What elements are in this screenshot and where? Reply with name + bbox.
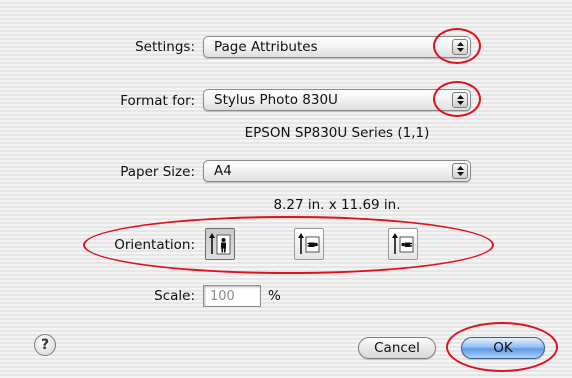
ok-button[interactable]: OK [461, 337, 545, 359]
portrait-orientation-icon [209, 233, 231, 255]
portrait-orientation-button[interactable] [205, 228, 235, 260]
format-for-popup[interactable]: Stylus Photo 830U [203, 89, 471, 111]
settings-label: Settings: [135, 39, 195, 55]
landscape-orientation-button[interactable] [294, 228, 324, 260]
popup-arrows-icon [452, 39, 468, 55]
settings-popup-value: Page Attributes [214, 39, 318, 55]
scale-label: Scale: [154, 288, 195, 304]
printer-description: EPSON SP830U Series (1,1) [244, 125, 430, 141]
paper-size-popup[interactable]: A4 [203, 160, 471, 182]
help-button[interactable]: ? [34, 334, 56, 356]
help-icon: ? [40, 337, 50, 353]
reverse-landscape-orientation-button[interactable] [388, 228, 418, 260]
settings-popup[interactable]: Page Attributes [203, 36, 471, 58]
cancel-button[interactable]: Cancel [358, 337, 436, 359]
popup-arrows-icon [452, 163, 468, 179]
scale-input[interactable] [203, 285, 261, 307]
format-for-popup-value: Stylus Photo 830U [214, 92, 338, 108]
scale-unit: % [268, 288, 281, 304]
paper-size-label: Paper Size: [120, 164, 195, 180]
paper-size-popup-value: A4 [214, 163, 232, 179]
reverse-landscape-orientation-icon [392, 233, 414, 254]
paper-dimensions: 8.27 in. x 11.69 in. [273, 197, 401, 213]
popup-arrows-icon [452, 92, 468, 108]
orientation-label: Orientation: [114, 237, 195, 253]
format-for-label: Format for: [120, 93, 195, 109]
landscape-orientation-icon [298, 233, 320, 254]
